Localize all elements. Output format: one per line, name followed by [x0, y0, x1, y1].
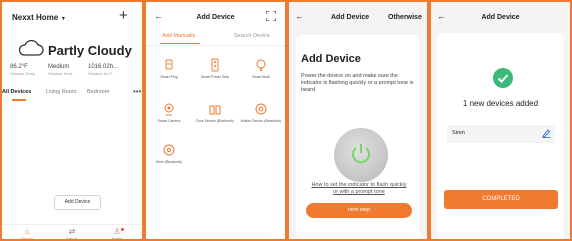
device-name: Siren: [452, 130, 465, 136]
added-device-row: Siren: [447, 125, 555, 143]
tab-indicator: [160, 43, 200, 44]
home-selector[interactable]: Nexxt Home ▾: [12, 13, 65, 22]
tab-search-device[interactable]: Search Device: [234, 33, 270, 39]
device-label: Siren (Bluetooth): [155, 160, 183, 164]
page-title: Add Device: [481, 14, 520, 21]
nav-actions[interactable]: ⇄ Actions: [57, 227, 87, 241]
device-option-motion-sensor[interactable]: Motion Sensor (Bluetooth): [238, 102, 284, 124]
nav-label: Profile: [112, 237, 122, 241]
instruction-card: Add Device Power the device on and make …: [296, 35, 420, 239]
device-option-camera[interactable]: Smart Camera: [146, 102, 192, 124]
tab-indicator: [12, 99, 26, 101]
completed-button[interactable]: COMPLETED: [444, 190, 558, 209]
back-arrow-icon[interactable]: ←: [295, 11, 304, 21]
device-option-siren[interactable]: Siren (Bluetooth): [146, 143, 192, 165]
stat-label: Outdoor Hum...: [48, 71, 76, 76]
divider: [146, 45, 285, 46]
chevron-down-icon: ▾: [60, 16, 65, 22]
device-label: Smart Plug: [160, 75, 178, 79]
stat-label: Outdoor Air P...: [88, 71, 115, 76]
tab-living-room[interactable]: Living Room: [46, 89, 77, 95]
added-message: 1 new devices added: [462, 99, 539, 108]
stat-humidity: Medium Outdoor Hum...: [48, 64, 75, 76]
home-icon: ⌂: [24, 227, 30, 236]
cloud-icon: [18, 40, 44, 56]
device-label: Smart Camera: [157, 119, 181, 123]
bottom-nav: ⌂ Devices ⇄ Actions ♙ Profile: [2, 224, 142, 241]
indicator-help-link[interactable]: How to set the indicator to flash quickl…: [309, 182, 409, 196]
device-label: Smart Bulb: [252, 75, 270, 79]
next-step-button[interactable]: next step: [306, 203, 412, 218]
add-device-button[interactable]: Add Device: [54, 195, 101, 210]
plug-icon: [165, 59, 173, 70]
user-icon: ♙: [113, 227, 121, 236]
instruction-text: Power the device on and make sure the in…: [301, 73, 414, 93]
otherwise-link[interactable]: Otherwise: [388, 14, 422, 21]
checkmark-icon: [493, 68, 513, 88]
tab-bedroom[interactable]: Bedroom: [87, 89, 109, 95]
more-icon[interactable]: •••: [133, 87, 141, 96]
notification-dot: [121, 228, 124, 231]
weather-condition: Partly Cloudy: [48, 43, 132, 58]
bulb-icon: [256, 59, 266, 71]
device-label: Motion Sensor (Bluetooth): [240, 119, 282, 123]
nav-label: Devices: [20, 237, 34, 241]
stat-temp: 86.2°F Outdoor Temp: [10, 64, 35, 76]
device-label: Door Sensor (Bluetooth): [196, 119, 234, 123]
home-screen: Nexxt Home ▾ + Partly Cloudy 86.2°F Outd…: [0, 0, 144, 241]
edit-pencil-icon[interactable]: [542, 128, 551, 138]
device-option-power-strip[interactable]: Smart Power Strip: [192, 58, 238, 80]
instruction-screen: ← Add Device Otherwise Add Device Power …: [287, 0, 429, 241]
stat-value: 1016.02h...: [88, 64, 119, 70]
siren-icon: [163, 144, 175, 156]
device-label: Smart Power Strip: [200, 75, 230, 79]
tab-all-devices[interactable]: All Devices: [2, 89, 31, 95]
card-title: Add Device: [301, 53, 361, 65]
arrows-icon: ⇄: [68, 227, 76, 236]
door-sensor-icon: [209, 105, 221, 115]
page-title: Add Device: [331, 14, 370, 21]
home-title: Nexxt Home: [12, 13, 59, 22]
stat-value: 86.2°F: [10, 64, 28, 70]
device-option-plug[interactable]: Smart Plug: [146, 58, 192, 80]
tab-add-manually[interactable]: Add Manually: [162, 33, 195, 39]
result-card: 1 new devices added Siren COMPLETED: [437, 33, 564, 239]
add-icon[interactable]: +: [119, 8, 128, 23]
stat-value: Medium: [48, 64, 70, 70]
device-category-screen: ← Add Device Add Manually Search Device …: [144, 0, 287, 241]
power-icon: [348, 140, 374, 166]
scan-icon[interactable]: [266, 11, 276, 21]
page-title: Add Device: [196, 14, 235, 21]
stat-label: Outdoor Temp: [10, 71, 36, 76]
nav-devices[interactable]: ⌂ Devices: [12, 227, 42, 241]
result-screen: ← Add Device 1 new devices added Siren C…: [429, 0, 572, 241]
camera-icon: [164, 103, 174, 116]
nav-label: Actions: [66, 237, 78, 241]
motion-sensor-icon: [255, 103, 267, 115]
device-option-bulb[interactable]: Smart Bulb: [238, 58, 284, 80]
power-strip-icon: [211, 58, 219, 72]
device-option-door-sensor[interactable]: Door Sensor (Bluetooth): [192, 102, 238, 124]
stat-pressure: 1016.02h... Outdoor Air P...: [88, 64, 118, 76]
nav-profile[interactable]: ♙ Profile: [102, 227, 132, 241]
